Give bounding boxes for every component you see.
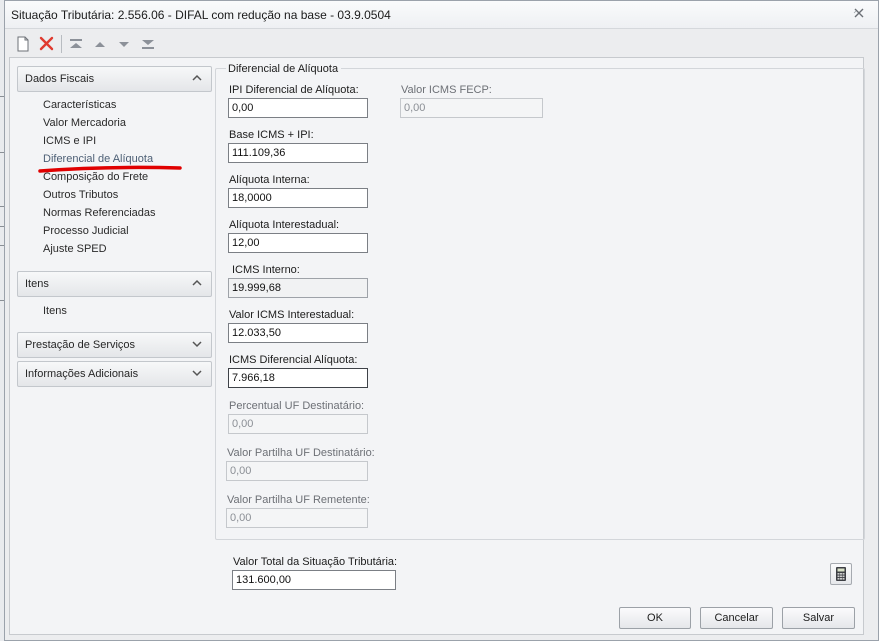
aliquota-interestadual-input[interactable]: 12,00 xyxy=(228,233,368,253)
section-label: Informações Adicionais xyxy=(25,368,139,380)
nav-item-itens[interactable]: Itens xyxy=(43,305,67,317)
new-document-icon[interactable] xyxy=(13,34,33,54)
window-title: Situação Tributária: 2.556.06 - DIFAL co… xyxy=(11,8,391,22)
aliquota-interestadual-label: Alíquota Interestadual: xyxy=(229,219,340,231)
move-up-icon[interactable] xyxy=(90,34,110,54)
calculator-icon[interactable] xyxy=(830,563,852,585)
toolbar-separator xyxy=(61,35,62,53)
icms-interno-label: ICMS Interno: xyxy=(232,264,300,276)
move-down-icon[interactable] xyxy=(114,34,134,54)
delete-icon[interactable] xyxy=(37,34,57,54)
section-informacoes-adicionais[interactable]: Informações Adicionais xyxy=(17,361,212,387)
ipi-diferencial-input[interactable]: 0,00 xyxy=(228,98,368,118)
move-last-icon[interactable] xyxy=(138,34,158,54)
close-icon[interactable] xyxy=(852,7,866,21)
section-prestacao-servicos[interactable]: Prestação de Serviços xyxy=(17,332,212,358)
nav-item-composicao-frete[interactable]: Composição do Frete xyxy=(43,171,148,183)
valor-partilha-destinatario-label: Valor Partilha UF Destinatário: xyxy=(227,447,375,459)
cancel-button[interactable]: Cancelar xyxy=(700,607,773,629)
nav-item-processo-judicial[interactable]: Processo Judicial xyxy=(43,225,129,237)
base-icms-ipi-input[interactable]: 111.109,36 xyxy=(228,143,368,163)
move-first-icon[interactable] xyxy=(66,34,86,54)
valor-partilha-destinatario-input[interactable]: 0,00 xyxy=(226,461,368,481)
group-title: Diferencial de Alíquota xyxy=(226,63,342,75)
nav-item-valor-mercadoria[interactable]: Valor Mercadoria xyxy=(43,117,126,129)
total-label: Valor Total da Situação Tributária: xyxy=(233,556,398,568)
nav-item-caracteristicas[interactable]: Características xyxy=(43,99,116,111)
percentual-uf-destinatario-label: Percentual UF Destinatário: xyxy=(229,400,365,412)
ipi-diferencial-label: IPI Diferencial de Alíquota: xyxy=(229,84,359,96)
section-dados-fiscais[interactable]: Dados Fiscais xyxy=(17,66,212,92)
nav-item-ajuste-sped[interactable]: Ajuste SPED xyxy=(43,243,107,255)
icms-diferencial-label: ICMS Diferencial Alíquota: xyxy=(229,354,358,366)
aliquota-interna-input[interactable]: 18,0000 xyxy=(228,188,368,208)
section-itens[interactable]: Itens xyxy=(17,271,212,297)
valor-icms-fecp-label: Valor ICMS FECP: xyxy=(401,84,492,96)
toolbar xyxy=(5,30,878,58)
valor-icms-fecp-input[interactable]: 0,00 xyxy=(400,98,543,118)
valor-partilha-remetente-label: Valor Partilha UF Remetente: xyxy=(227,494,370,506)
percentual-uf-destinatario-input[interactable]: 0,00 xyxy=(228,414,368,434)
chevron-down-icon xyxy=(191,338,203,350)
total-value-input[interactable]: 131.600,00 xyxy=(232,570,396,590)
icms-interno-input[interactable]: 19.999,68 xyxy=(228,278,368,298)
section-label: Dados Fiscais xyxy=(25,73,95,85)
nav-item-normas-referenciadas[interactable]: Normas Referenciadas xyxy=(43,207,156,219)
nav-item-outros-tributos[interactable]: Outros Tributos xyxy=(43,189,118,201)
chevron-up-icon xyxy=(191,72,203,84)
save-button[interactable]: Salvar xyxy=(782,607,855,629)
nav-item-icms-ipi[interactable]: ICMS e IPI xyxy=(43,135,96,147)
icms-diferencial-input[interactable]: 7.966,18 xyxy=(228,368,368,388)
section-label: Itens xyxy=(25,278,49,290)
valor-partilha-remetente-input[interactable]: 0,00 xyxy=(226,508,368,528)
chevron-up-icon xyxy=(191,277,203,289)
valor-icms-interestadual-input[interactable]: 12.033,50 xyxy=(228,323,368,343)
title-bar: Situação Tributária: 2.556.06 - DIFAL co… xyxy=(5,1,878,29)
ok-button[interactable]: OK xyxy=(619,607,691,629)
base-icms-ipi-label: Base ICMS + IPI: xyxy=(229,129,314,141)
aliquota-interna-label: Alíquota Interna: xyxy=(229,174,310,186)
chevron-down-icon xyxy=(191,367,203,379)
section-label: Prestação de Serviços xyxy=(25,339,136,351)
valor-icms-interestadual-label: Valor ICMS Interestadual: xyxy=(229,309,355,321)
